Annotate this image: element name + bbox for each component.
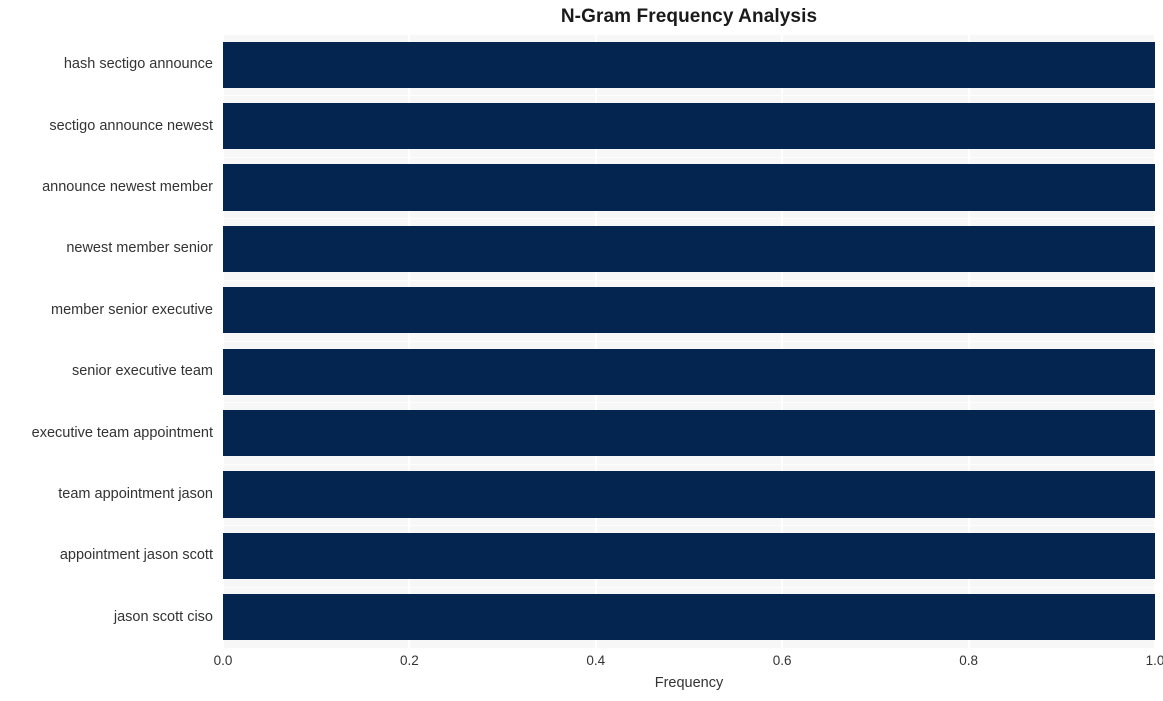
bar: [223, 410, 1155, 457]
chart-title: N-Gram Frequency Analysis: [560, 6, 818, 27]
bar-series: [223, 34, 1155, 648]
y-tick-label: senior executive team: [71, 363, 213, 380]
y-tick-label: newest member senior: [66, 240, 213, 257]
y-tick-label: appointment jason scott: [59, 547, 213, 564]
y-tick-label: executive team appointment: [31, 424, 213, 441]
bar: [223, 225, 1155, 272]
y-tick-label: team appointment jason: [58, 486, 213, 502]
y-tick-label: hash sectigo announce: [63, 56, 213, 73]
bar: [223, 41, 1155, 88]
x-tick-label: 0.2: [400, 653, 419, 668]
chart-figure: N-Gram Frequency Analysis hash sectigo a…: [0, 0, 1163, 701]
x-tick-label: 1.0: [1145, 653, 1163, 668]
bar: [223, 471, 1155, 518]
bar: [223, 348, 1155, 395]
y-tick-label: announce newest member: [42, 179, 213, 195]
bar: [223, 164, 1155, 211]
bar: [223, 103, 1155, 150]
y-axis-tick-labels: hash sectigo announce sectigo announce ne…: [0, 34, 213, 648]
x-tick-label: 0.0: [213, 653, 233, 668]
bar: [223, 594, 1155, 641]
x-tick-label: 0.6: [772, 653, 792, 668]
y-tick-label: sectigo announce newest: [49, 117, 213, 134]
bar: [223, 532, 1155, 579]
x-axis-tick-labels: 0.0 0.2 0.4 0.6 0.8 1.0: [214, 652, 1163, 674]
x-axis-title: Frequency: [654, 675, 724, 691]
x-tick-label: 0.8: [959, 653, 978, 668]
x-tick-label: 0.4: [586, 653, 606, 668]
plot-area: [223, 34, 1155, 648]
bar: [223, 287, 1155, 334]
y-tick-label: jason scott ciso: [113, 608, 213, 625]
y-tick-label: member senior executive: [51, 301, 213, 318]
